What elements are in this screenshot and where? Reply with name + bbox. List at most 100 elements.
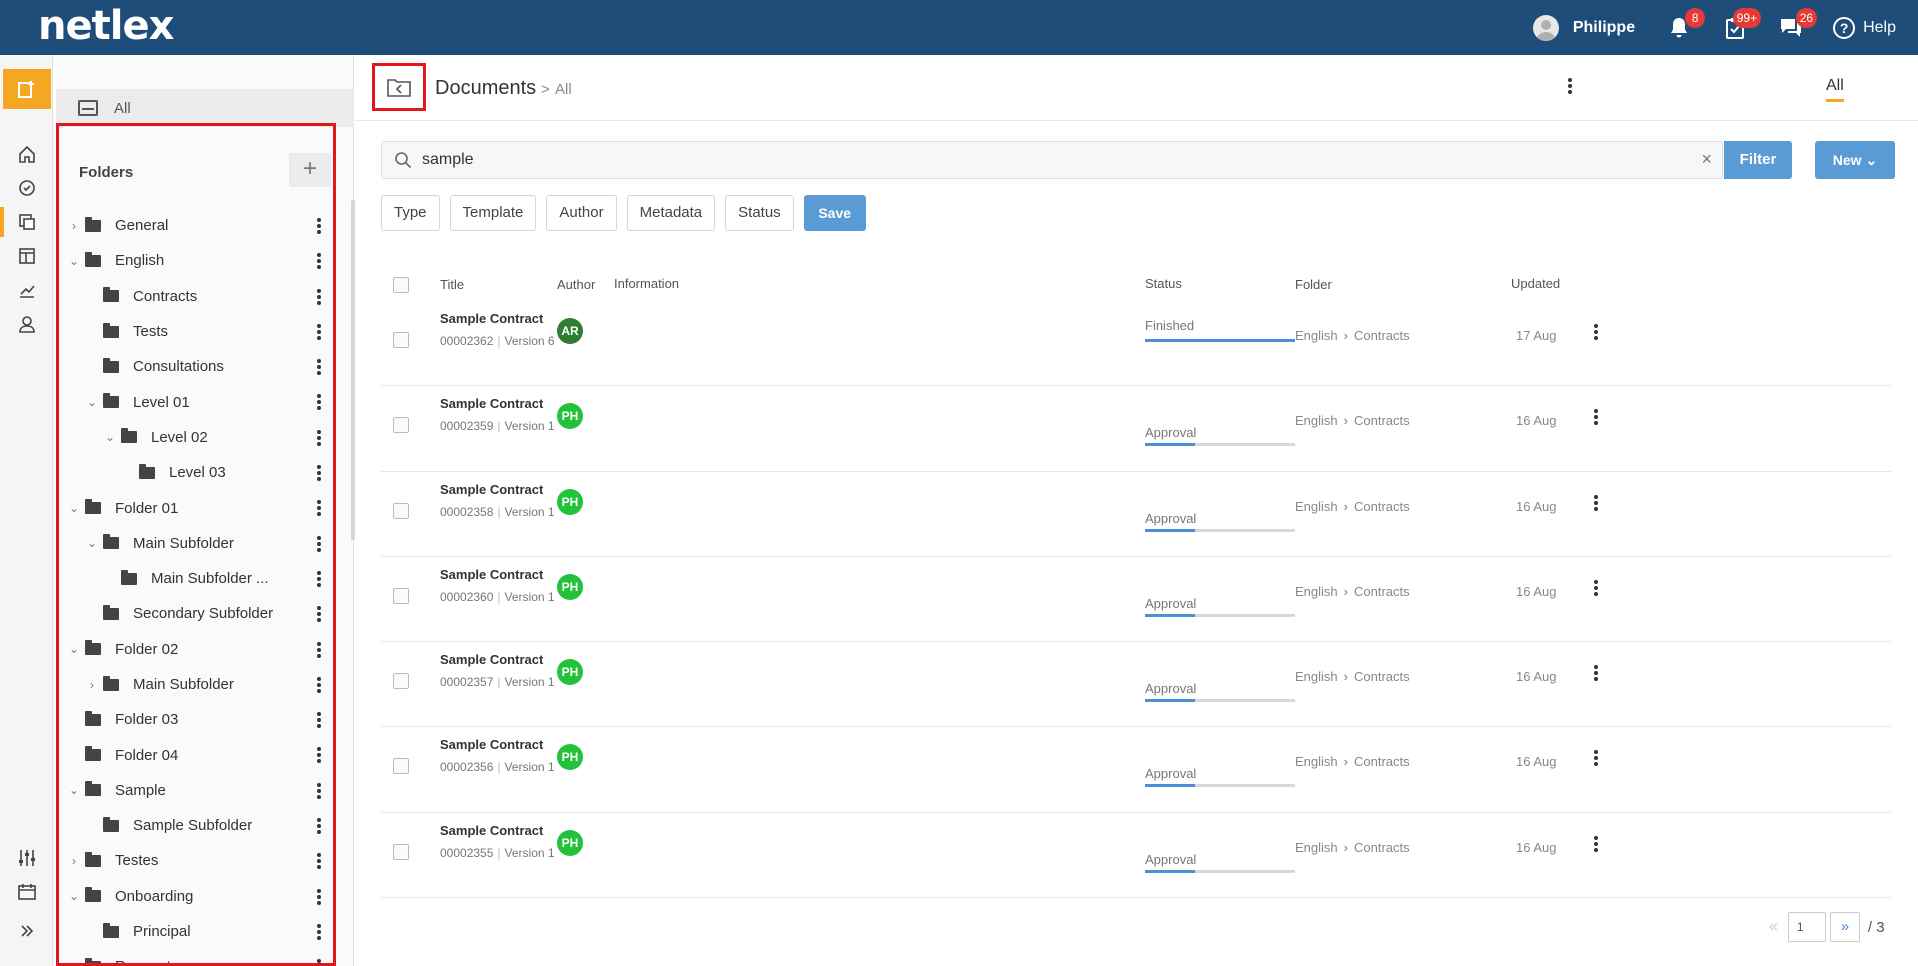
- table-row[interactable]: Sample Contract 00002356 | Version 1 PH Appro…: [381, 727, 1891, 813]
- folder-menu-icon[interactable]: [317, 429, 321, 446]
- folder-menu-icon[interactable]: [317, 535, 321, 552]
- folder-tree-item[interactable]: Folder 03: [59, 702, 333, 737]
- chevron-down-icon[interactable]: ⌄: [67, 783, 81, 797]
- folder-menu-icon[interactable]: [317, 218, 321, 234]
- chevron-right-icon[interactable]: ›: [85, 678, 99, 692]
- folder-menu-icon[interactable]: [317, 500, 321, 517]
- expand-double-chevron-icon[interactable]: [0, 912, 53, 950]
- document-title[interactable]: Sample Contract: [440, 737, 543, 752]
- next-page-icon[interactable]: »: [1829, 912, 1860, 942]
- folder-menu-icon[interactable]: [317, 253, 321, 270]
- folder-menu-icon[interactable]: [317, 676, 321, 693]
- add-folder-button[interactable]: +: [289, 153, 331, 187]
- row-menu-icon[interactable]: [1594, 835, 1598, 854]
- folder-path-parent[interactable]: English: [1295, 754, 1338, 769]
- row-menu-icon[interactable]: [1594, 579, 1598, 598]
- folder-path-parent[interactable]: English: [1295, 584, 1338, 599]
- folder-tree-item[interactable]: Folder 04: [59, 737, 333, 772]
- folder-menu-icon[interactable]: [317, 465, 321, 482]
- folder-tree-item[interactable]: ⌄ Level 02: [59, 420, 333, 455]
- chevron-down-icon[interactable]: ⌄: [85, 395, 99, 409]
- folder-menu-icon[interactable]: [317, 359, 321, 376]
- all-documents-item[interactable]: All: [56, 89, 354, 127]
- column-title[interactable]: Title: [440, 277, 464, 292]
- help-link[interactable]: ? Help: [1833, 16, 1896, 39]
- folder-menu-icon[interactable]: [317, 570, 321, 587]
- row-menu-icon[interactable]: [1594, 324, 1598, 342]
- folder-tree-item[interactable]: ⌄ Onboarding: [59, 879, 333, 914]
- folder-path-child[interactable]: Contracts: [1354, 584, 1410, 599]
- document-title[interactable]: Sample Contract: [440, 652, 543, 667]
- folder-path-child[interactable]: Contracts: [1354, 669, 1410, 684]
- folder-menu-icon[interactable]: [317, 394, 321, 411]
- folder-menu-icon[interactable]: [317, 712, 321, 729]
- breadcrumb-all[interactable]: All: [555, 81, 572, 98]
- netlex-logo[interactable]: netlex: [38, 6, 174, 46]
- document-title[interactable]: Sample Contract: [440, 567, 543, 582]
- folder-tree-item[interactable]: ⌄ Level 01: [59, 384, 333, 419]
- folder-path-parent[interactable]: English: [1295, 499, 1338, 514]
- contacts-icon[interactable]: [0, 305, 53, 343]
- user-menu[interactable]: Philippe: [1532, 14, 1635, 41]
- folder-tree-item[interactable]: ⌄ Folder 02: [59, 632, 333, 667]
- folder-menu-icon[interactable]: [317, 853, 321, 870]
- folder-path-child[interactable]: Contracts: [1354, 328, 1410, 343]
- chip-author[interactable]: Author: [546, 195, 617, 231]
- column-author[interactable]: Author: [557, 277, 595, 292]
- chip-metadata[interactable]: Metadata: [626, 195, 716, 231]
- folder-path-child[interactable]: Contracts: [1354, 413, 1410, 428]
- folder-tree-item[interactable]: Consultations: [59, 349, 333, 384]
- folder-path-child[interactable]: Contracts: [1354, 840, 1410, 855]
- folder-path-child[interactable]: Contracts: [1354, 754, 1410, 769]
- folder-menu-icon[interactable]: [317, 782, 321, 799]
- folder-tree-item[interactable]: Tests: [59, 314, 333, 349]
- chevron-down-icon[interactable]: ⌄: [67, 254, 81, 268]
- filter-button[interactable]: Filter: [1724, 141, 1792, 179]
- folder-tree-item[interactable]: › Main Subfolder: [59, 667, 333, 702]
- row-checkbox[interactable]: [393, 673, 409, 690]
- row-menu-icon[interactable]: [1594, 494, 1598, 513]
- settings-sliders-icon[interactable]: [0, 839, 53, 877]
- chevron-down-icon[interactable]: ⌄: [67, 642, 81, 656]
- table-row[interactable]: Sample Contract 00002359 | Version 1 PH Appro…: [381, 386, 1891, 472]
- row-checkbox[interactable]: [393, 332, 409, 348]
- chip-status[interactable]: Status: [725, 195, 794, 231]
- previous-page-icon[interactable]: «: [1769, 918, 1778, 936]
- folder-menu-icon[interactable]: [317, 606, 321, 623]
- table-row[interactable]: Sample Contract 00002362 | Version 6 AR Finis…: [381, 301, 1891, 387]
- home-icon[interactable]: [0, 135, 53, 173]
- folder-menu-icon[interactable]: [317, 641, 321, 658]
- chip-type[interactable]: Type: [381, 195, 440, 231]
- calendar-icon[interactable]: [0, 873, 53, 911]
- folder-menu-icon[interactable]: [317, 888, 321, 905]
- folder-path-parent[interactable]: English: [1295, 669, 1338, 684]
- column-updated[interactable]: Updated: [1511, 276, 1560, 291]
- chevron-down-icon[interactable]: ⌄: [67, 889, 81, 903]
- chevron-down-icon[interactable]: ⌄: [67, 501, 81, 515]
- folder-tree-item[interactable]: ⌄ English: [59, 243, 333, 278]
- save-filter-button[interactable]: Save: [803, 195, 866, 231]
- table-row[interactable]: Sample Contract 00002357 | Version 1 PH Appro…: [381, 642, 1891, 728]
- folder-tree-item[interactable]: › Testes: [59, 843, 333, 878]
- page-menu-icon[interactable]: [1568, 78, 1572, 96]
- row-checkbox[interactable]: [393, 843, 409, 860]
- folder-back-button[interactable]: [372, 63, 426, 111]
- document-title[interactable]: Sample Contract: [440, 482, 543, 497]
- new-document-icon[interactable]: [3, 69, 51, 109]
- table-row[interactable]: Sample Contract 00002358 | Version 1 PH Appro…: [381, 472, 1891, 557]
- table-row[interactable]: Sample Contract 00002360 | Version 1 PH Appro…: [381, 557, 1891, 643]
- tasks-clipboard-icon[interactable]: 99+: [1721, 7, 1762, 42]
- folder-tree-item[interactable]: Secondary Subfolder: [59, 596, 333, 631]
- folder-tree-item[interactable]: Sample Subfolder: [59, 808, 333, 843]
- folder-tree-item[interactable]: Main Subfolder ...: [59, 561, 333, 596]
- chevron-right-icon[interactable]: ›: [67, 219, 81, 233]
- folder-path-parent[interactable]: English: [1295, 413, 1338, 428]
- folder-menu-icon[interactable]: [317, 818, 321, 835]
- folder-menu-icon[interactable]: [317, 323, 321, 340]
- folder-path-parent[interactable]: English: [1295, 328, 1338, 343]
- column-folder[interactable]: Folder: [1295, 277, 1332, 292]
- folder-menu-icon[interactable]: [317, 959, 321, 963]
- new-button[interactable]: New ⌄: [1815, 141, 1895, 179]
- row-checkbox[interactable]: [393, 417, 409, 434]
- column-status[interactable]: Status: [1145, 276, 1182, 291]
